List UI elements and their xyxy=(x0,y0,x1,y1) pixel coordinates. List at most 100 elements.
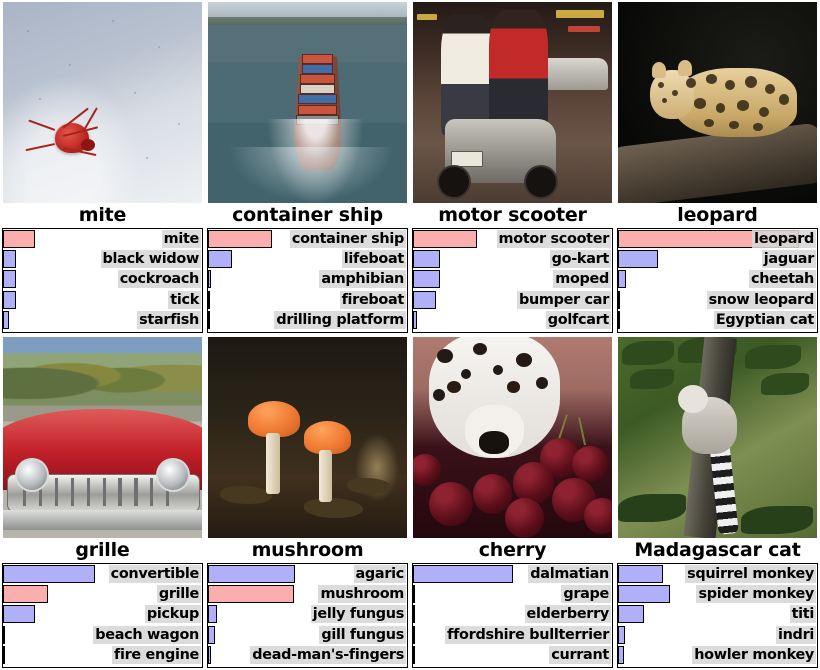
bar-row: Egyptian cat xyxy=(618,310,817,330)
bar-label: starfish xyxy=(137,310,201,329)
bar-row: mushroom xyxy=(208,584,407,604)
bar xyxy=(208,290,211,309)
bar xyxy=(413,290,436,309)
bar-chart-mite: mite black widow cockroach tick starfish xyxy=(2,228,203,333)
bar-label: elderberry xyxy=(524,605,611,624)
bar-row: grille xyxy=(3,584,202,604)
bar-row: golfcart xyxy=(413,310,612,330)
bar xyxy=(618,585,671,604)
photo-mite xyxy=(3,2,202,203)
bar-row: convertible xyxy=(3,564,202,584)
panel-caption: mite xyxy=(78,204,127,226)
bar-row: titi xyxy=(618,604,817,624)
bar-label: pickup xyxy=(144,605,201,624)
bar xyxy=(3,585,48,604)
bar-label: dalmatian xyxy=(528,565,611,583)
bar xyxy=(413,605,415,624)
bar-row: cockroach xyxy=(3,269,202,289)
photo-container-ship xyxy=(208,2,407,203)
panel-caption: cherry xyxy=(478,539,547,561)
bar xyxy=(618,270,626,289)
bar-row: snow leopard xyxy=(618,290,817,310)
bar-row: pickup xyxy=(3,604,202,624)
photo-leopard xyxy=(618,2,817,203)
photo-cherry xyxy=(413,337,612,538)
bar-row: agaric xyxy=(208,564,407,584)
bar xyxy=(618,250,658,269)
bar xyxy=(208,625,215,644)
bar xyxy=(413,625,415,644)
bar xyxy=(413,645,415,664)
bar-row: black widow xyxy=(3,249,202,269)
bar-label: snow leopard xyxy=(706,290,816,309)
bar-row: fire engine xyxy=(3,645,202,665)
photo-madagascar-cat xyxy=(618,337,817,538)
bar xyxy=(208,565,295,583)
bar-label: grape xyxy=(561,585,611,604)
bar-label: ffordshire bullterrier xyxy=(445,625,611,644)
panel-mushroom: mushroom agaric mushroom jelly fungus gi… xyxy=(205,335,410,670)
bar-row: motor scooter xyxy=(413,229,612,249)
panel-caption: leopard xyxy=(677,204,758,226)
bar-label: convertible xyxy=(108,565,201,583)
panel-caption: motor scooter xyxy=(438,204,587,226)
panel-container-ship: container ship container ship lifeboat a… xyxy=(205,0,410,335)
bar-label: mite xyxy=(161,230,201,248)
bar-chart-grille: convertible grille pickup beach wagon fi… xyxy=(2,563,203,668)
bar xyxy=(413,565,513,583)
panel-madagascar-cat: Madagascar cat squirrel monkey spider mo… xyxy=(615,335,820,670)
bar-label: bumper car xyxy=(516,290,611,309)
bar xyxy=(413,310,418,329)
bar-row: cheetah xyxy=(618,269,817,289)
bar-label: black widow xyxy=(100,250,201,269)
bar-row: mite xyxy=(3,229,202,249)
bar-label: amphibian xyxy=(319,270,406,289)
bar-label: howler monkey xyxy=(692,645,816,664)
bar-chart-mushroom: agaric mushroom jelly fungus gill fungus… xyxy=(207,563,408,668)
bar xyxy=(618,605,645,624)
panel-caption: Madagascar cat xyxy=(634,539,801,561)
bar-row: howler monkey xyxy=(618,645,817,665)
bar xyxy=(3,645,5,664)
bar-row: currant xyxy=(413,645,612,665)
bar-label: grille xyxy=(156,585,201,604)
photo-grille xyxy=(3,337,202,538)
bar-chart-container-ship: container ship lifeboat amphibian firebo… xyxy=(207,228,408,333)
panel-caption: grille xyxy=(75,539,130,561)
bar-row: beach wagon xyxy=(3,625,202,645)
bar-row: go-kart xyxy=(413,249,612,269)
bar xyxy=(3,270,16,289)
bar-label: container ship xyxy=(289,230,406,248)
bar-label: dead-man's-fingers xyxy=(250,645,406,664)
bar-label: squirrel monkey xyxy=(685,565,816,583)
panel-mite: mite mite black widow cockroach tick sta… xyxy=(0,0,205,335)
panel-cherry: cherry dalmatian grape elderberry ffords… xyxy=(410,335,615,670)
bar-row: fireboat xyxy=(208,290,407,310)
bar-chart-madagascar-cat: squirrel monkey spider monkey titi indri… xyxy=(617,563,818,668)
bar-label: tick xyxy=(168,290,201,309)
bar xyxy=(618,290,621,309)
bar xyxy=(618,645,624,664)
bar xyxy=(208,645,212,664)
panel-motor-scooter: motor scooter motor scooter go-kart mope… xyxy=(410,0,615,335)
bar-row: leopard xyxy=(618,229,817,249)
bar-row: lifeboat xyxy=(208,249,407,269)
bar-label: lifeboat xyxy=(341,250,406,269)
bar xyxy=(208,270,211,289)
bar xyxy=(208,250,232,269)
bar-label: go-kart xyxy=(549,250,611,269)
bar-label: leopard xyxy=(752,230,816,248)
bar-chart-cherry: dalmatian grape elderberry ffordshire bu… xyxy=(412,563,613,668)
panel-caption: container ship xyxy=(232,204,383,226)
bar-label: mushroom xyxy=(318,585,406,604)
bar-label: spider monkey xyxy=(696,585,816,604)
panel-grille: grille convertible grille pickup beach w… xyxy=(0,335,205,670)
bar-label: cheetah xyxy=(748,270,816,289)
bar-label: beach wagon xyxy=(93,625,201,644)
bar-row: container ship xyxy=(208,229,407,249)
bar-label: motor scooter xyxy=(496,230,611,248)
bar-label: currant xyxy=(549,645,611,664)
bar-label: golfcart xyxy=(545,310,611,329)
bar xyxy=(3,250,16,269)
bar-chart-leopard: leopard jaguar cheetah snow leopard Egyp… xyxy=(617,228,818,333)
